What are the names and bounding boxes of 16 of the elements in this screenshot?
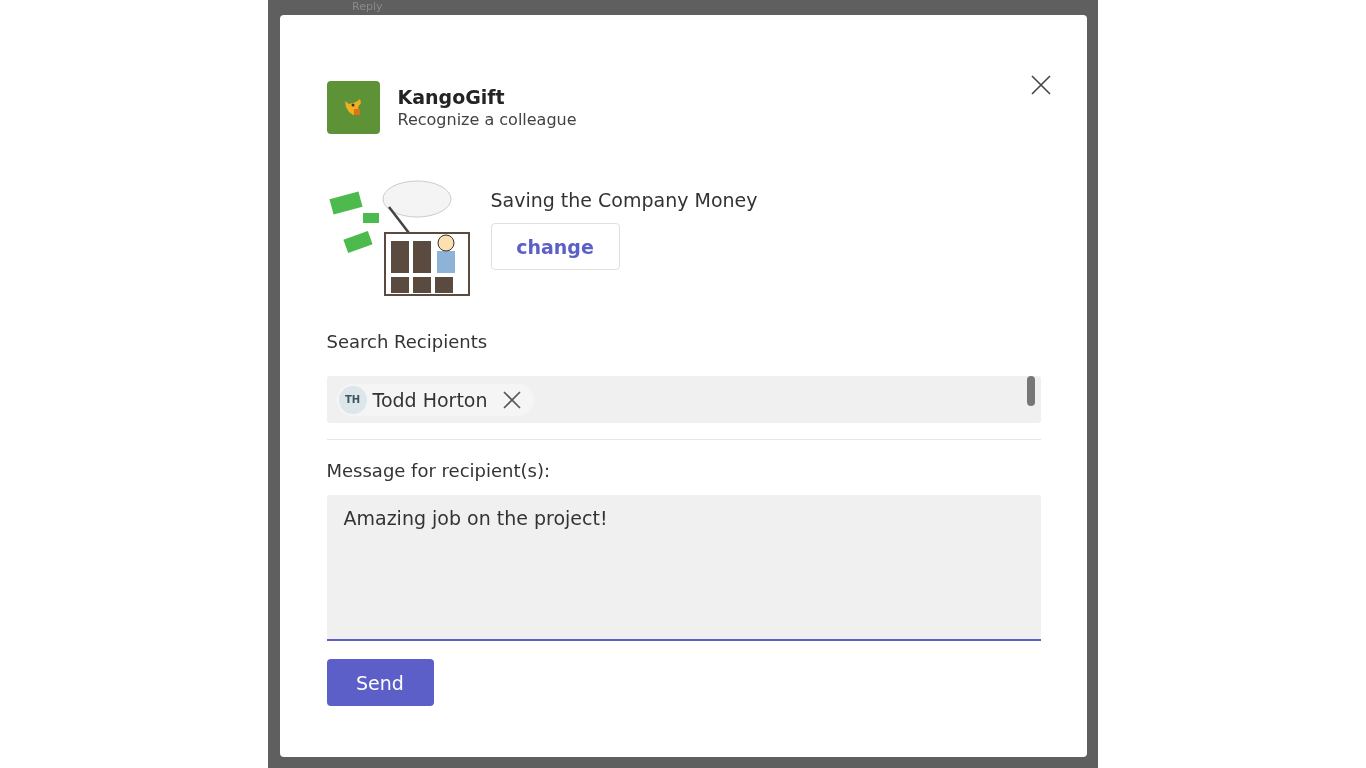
close-button[interactable]	[1028, 73, 1053, 97]
award-title: Saving the Company Money	[490, 189, 758, 211]
kangaroo-logo-icon	[326, 81, 380, 134]
recipient-name: Todd Horton	[372, 388, 488, 411]
app-subtitle: Recognize a colleague	[397, 110, 577, 129]
remove-icon[interactable]	[501, 389, 522, 410]
recipient-initials: TH	[338, 385, 367, 414]
recipients-label: Search Recipients	[326, 331, 489, 352]
recipient-chip[interactable]: TH Todd Horton	[336, 383, 534, 416]
scrollbar-thumb[interactable]	[1026, 376, 1035, 406]
change-button[interactable]: change	[490, 223, 620, 270]
recipients-field[interactable]: TH Todd Horton	[326, 376, 1041, 423]
app-name: KangoGift	[397, 86, 506, 108]
message-field[interactable]: Amazing job on the project!	[326, 495, 1041, 641]
message-label: Message for recipient(s):	[326, 460, 551, 481]
send-button[interactable]: Send	[326, 659, 434, 706]
